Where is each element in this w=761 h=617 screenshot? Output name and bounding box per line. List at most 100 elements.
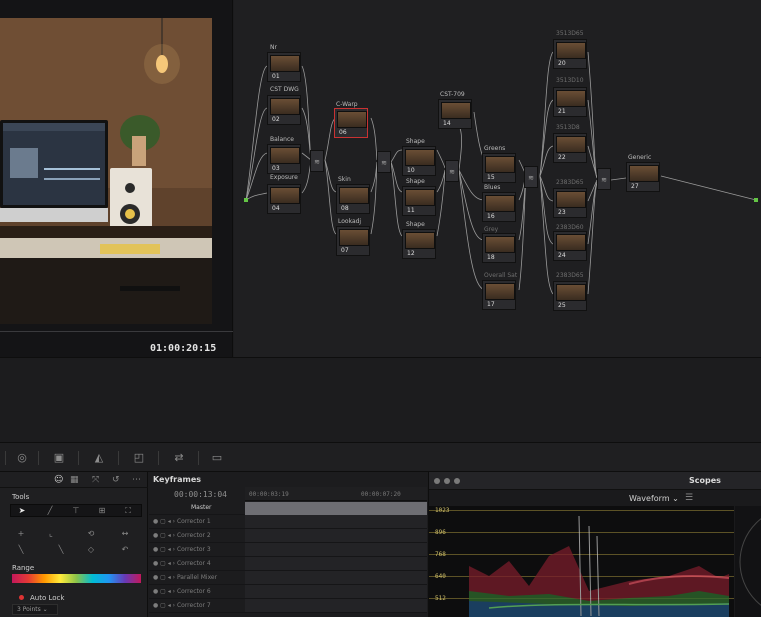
scopes-titlebar[interactable]: Scopes [429,472,761,490]
curve-mode-icon[interactable]: ☺ [54,475,63,485]
diamond-icon[interactable]: ◇ [84,545,98,555]
fit-tool-icon[interactable]: ⛶ [121,506,135,516]
keyframes-timecode: 00:00:13:04 [174,490,227,499]
node-23[interactable]: 23 [553,188,587,218]
parallel-mixer-2[interactable]: ≋ [377,151,391,173]
window-zoom-button[interactable] [454,478,460,484]
more-options-icon[interactable]: ⋯ [132,475,141,485]
node-07[interactable]: 07 [336,226,370,256]
node-number: 14 [443,120,451,127]
pen-tool-icon[interactable]: ╱ [43,506,57,516]
node-number: 12 [407,250,415,257]
keyframe-row[interactable]: ● ▢ ◂ › Corrector 7 [149,599,427,613]
keyframes-ruler[interactable]: 00:00:03:19 00:00:07:20 [245,487,427,501]
keyframe-track[interactable] [245,529,427,542]
node-graph[interactable]: Nr 01 CST DWG 02 Balance 03 Exposure 04 … [234,0,761,357]
expand-icon[interactable]: ⤧ [92,475,99,485]
source-output-dot[interactable] [244,198,248,202]
grid-tool-icon[interactable]: ⊞ [95,506,109,516]
qualifier-icon[interactable]: ▣ [52,451,66,465]
node-22[interactable]: 22 [553,133,587,163]
node-17[interactable]: 17 [482,280,516,310]
parallel-mixer-1[interactable]: ≋ [310,150,324,172]
add-point-icon[interactable]: + [14,529,28,539]
keyframe-track[interactable] [245,557,427,570]
parallel-mixer-3[interactable]: ≋ [445,160,459,182]
keyframe-row[interactable]: ● ▢ ◂ › Corrector 2 [149,529,427,543]
keyframe-row[interactable]: ● ▢ ◂ › Corrector 3 [149,543,427,557]
keyframe-row-label: ● ▢ ◂ › Corrector 2 [153,532,211,539]
node-15[interactable]: 15 [482,153,516,183]
node-01[interactable]: 01 [267,52,301,82]
viewer-image[interactable] [0,18,212,324]
grid-mode-icon[interactable]: ▦ [70,475,79,485]
undo-icon[interactable]: ↶ [118,545,132,555]
node-21[interactable]: 21 [553,87,587,117]
pointer-tool-icon[interactable]: ➤ [15,506,29,516]
node-14[interactable]: 14 [438,99,472,129]
key-icon[interactable]: ▭ [210,451,224,465]
node-number: 18 [487,254,495,261]
keyframe-track[interactable] [245,571,427,584]
node-17-label: Overall Sat [484,272,518,279]
master-track[interactable] [245,502,427,515]
node-27[interactable]: 27 [626,162,660,192]
parallel-mixer-4[interactable]: ≋ [524,166,538,188]
keyframe-track[interactable] [245,543,427,556]
flatten-icon[interactable]: ⌞ [44,529,58,539]
tracker-icon[interactable]: ◰ [132,451,146,465]
node-number: 27 [631,183,639,190]
window-minimize-button[interactable] [444,478,450,484]
node-04[interactable]: 04 [267,184,301,214]
scopes-title: Scopes [689,476,721,485]
keyframe-track[interactable] [245,515,427,528]
toolbar-separator [158,451,159,465]
viewer-panel: 01:00:20:15 [0,0,233,357]
node-08-label: Skin [338,176,351,183]
node-number: 11 [407,207,415,214]
hue-range-bar[interactable] [12,574,141,583]
node-08[interactable]: 08 [336,184,370,214]
rotate-icon[interactable]: ⟲ [84,529,98,539]
node-16[interactable]: 16 [482,192,516,222]
blur-icon[interactable]: ⇄ [172,451,186,465]
node-12[interactable]: 12 [402,229,436,259]
color-wheels-icon[interactable]: ◎ [15,451,29,465]
node-02[interactable]: 02 [267,95,301,125]
keyframe-track[interactable] [245,585,427,598]
brush-icon[interactable]: ╲ [14,545,28,555]
node-23-label: 2383D65 [556,179,584,186]
keyframe-row[interactable]: ● ▢ ◂ › Parallel Mixer [149,571,427,585]
picker-tool-icon[interactable]: ⊤ [69,506,83,516]
graph-output-dot[interactable] [754,198,758,202]
keyframe-track[interactable] [245,599,427,612]
scope-type-value: Waveform [629,494,670,503]
points-dropdown[interactable]: 3 Points ⌄ [12,604,58,615]
node-number: 03 [272,165,280,172]
node-25[interactable]: 25 [553,281,587,311]
node-06[interactable]: 06 [334,108,368,138]
node-16-label: Blues [484,184,501,191]
spread-icon[interactable]: ↔ [118,529,132,539]
scope-settings-icon[interactable]: ☰ [685,493,693,503]
node-20[interactable]: 20 [553,39,587,69]
node-thumbnail [485,236,515,253]
node-10[interactable]: 10 [402,146,436,176]
window-close-button[interactable] [434,478,440,484]
node-03[interactable]: 03 [267,144,301,174]
keyframe-row[interactable]: ● ▢ ◂ › Corrector 4 [149,557,427,571]
node-number: 20 [558,60,566,67]
tools-title: Tools [12,493,30,501]
parallel-mixer-5[interactable]: ≋ [597,168,611,190]
auto-lock-indicator[interactable] [19,595,24,600]
viewer-scrubber[interactable] [0,331,233,332]
keyframe-row[interactable]: ● ▢ ◂ › Corrector 6 [149,585,427,599]
scope-type-dropdown[interactable]: Waveform ⌄ [629,494,679,503]
keyframe-row[interactable]: ● ▢ ◂ › Corrector 1 [149,515,427,529]
node-18[interactable]: 18 [482,233,516,263]
node-11[interactable]: 11 [402,186,436,216]
window-icon[interactable]: ◭ [92,451,106,465]
dropper-icon[interactable]: ╲ [54,545,68,555]
node-24[interactable]: 24 [553,231,587,261]
reset-icon[interactable]: ↺ [112,475,120,485]
